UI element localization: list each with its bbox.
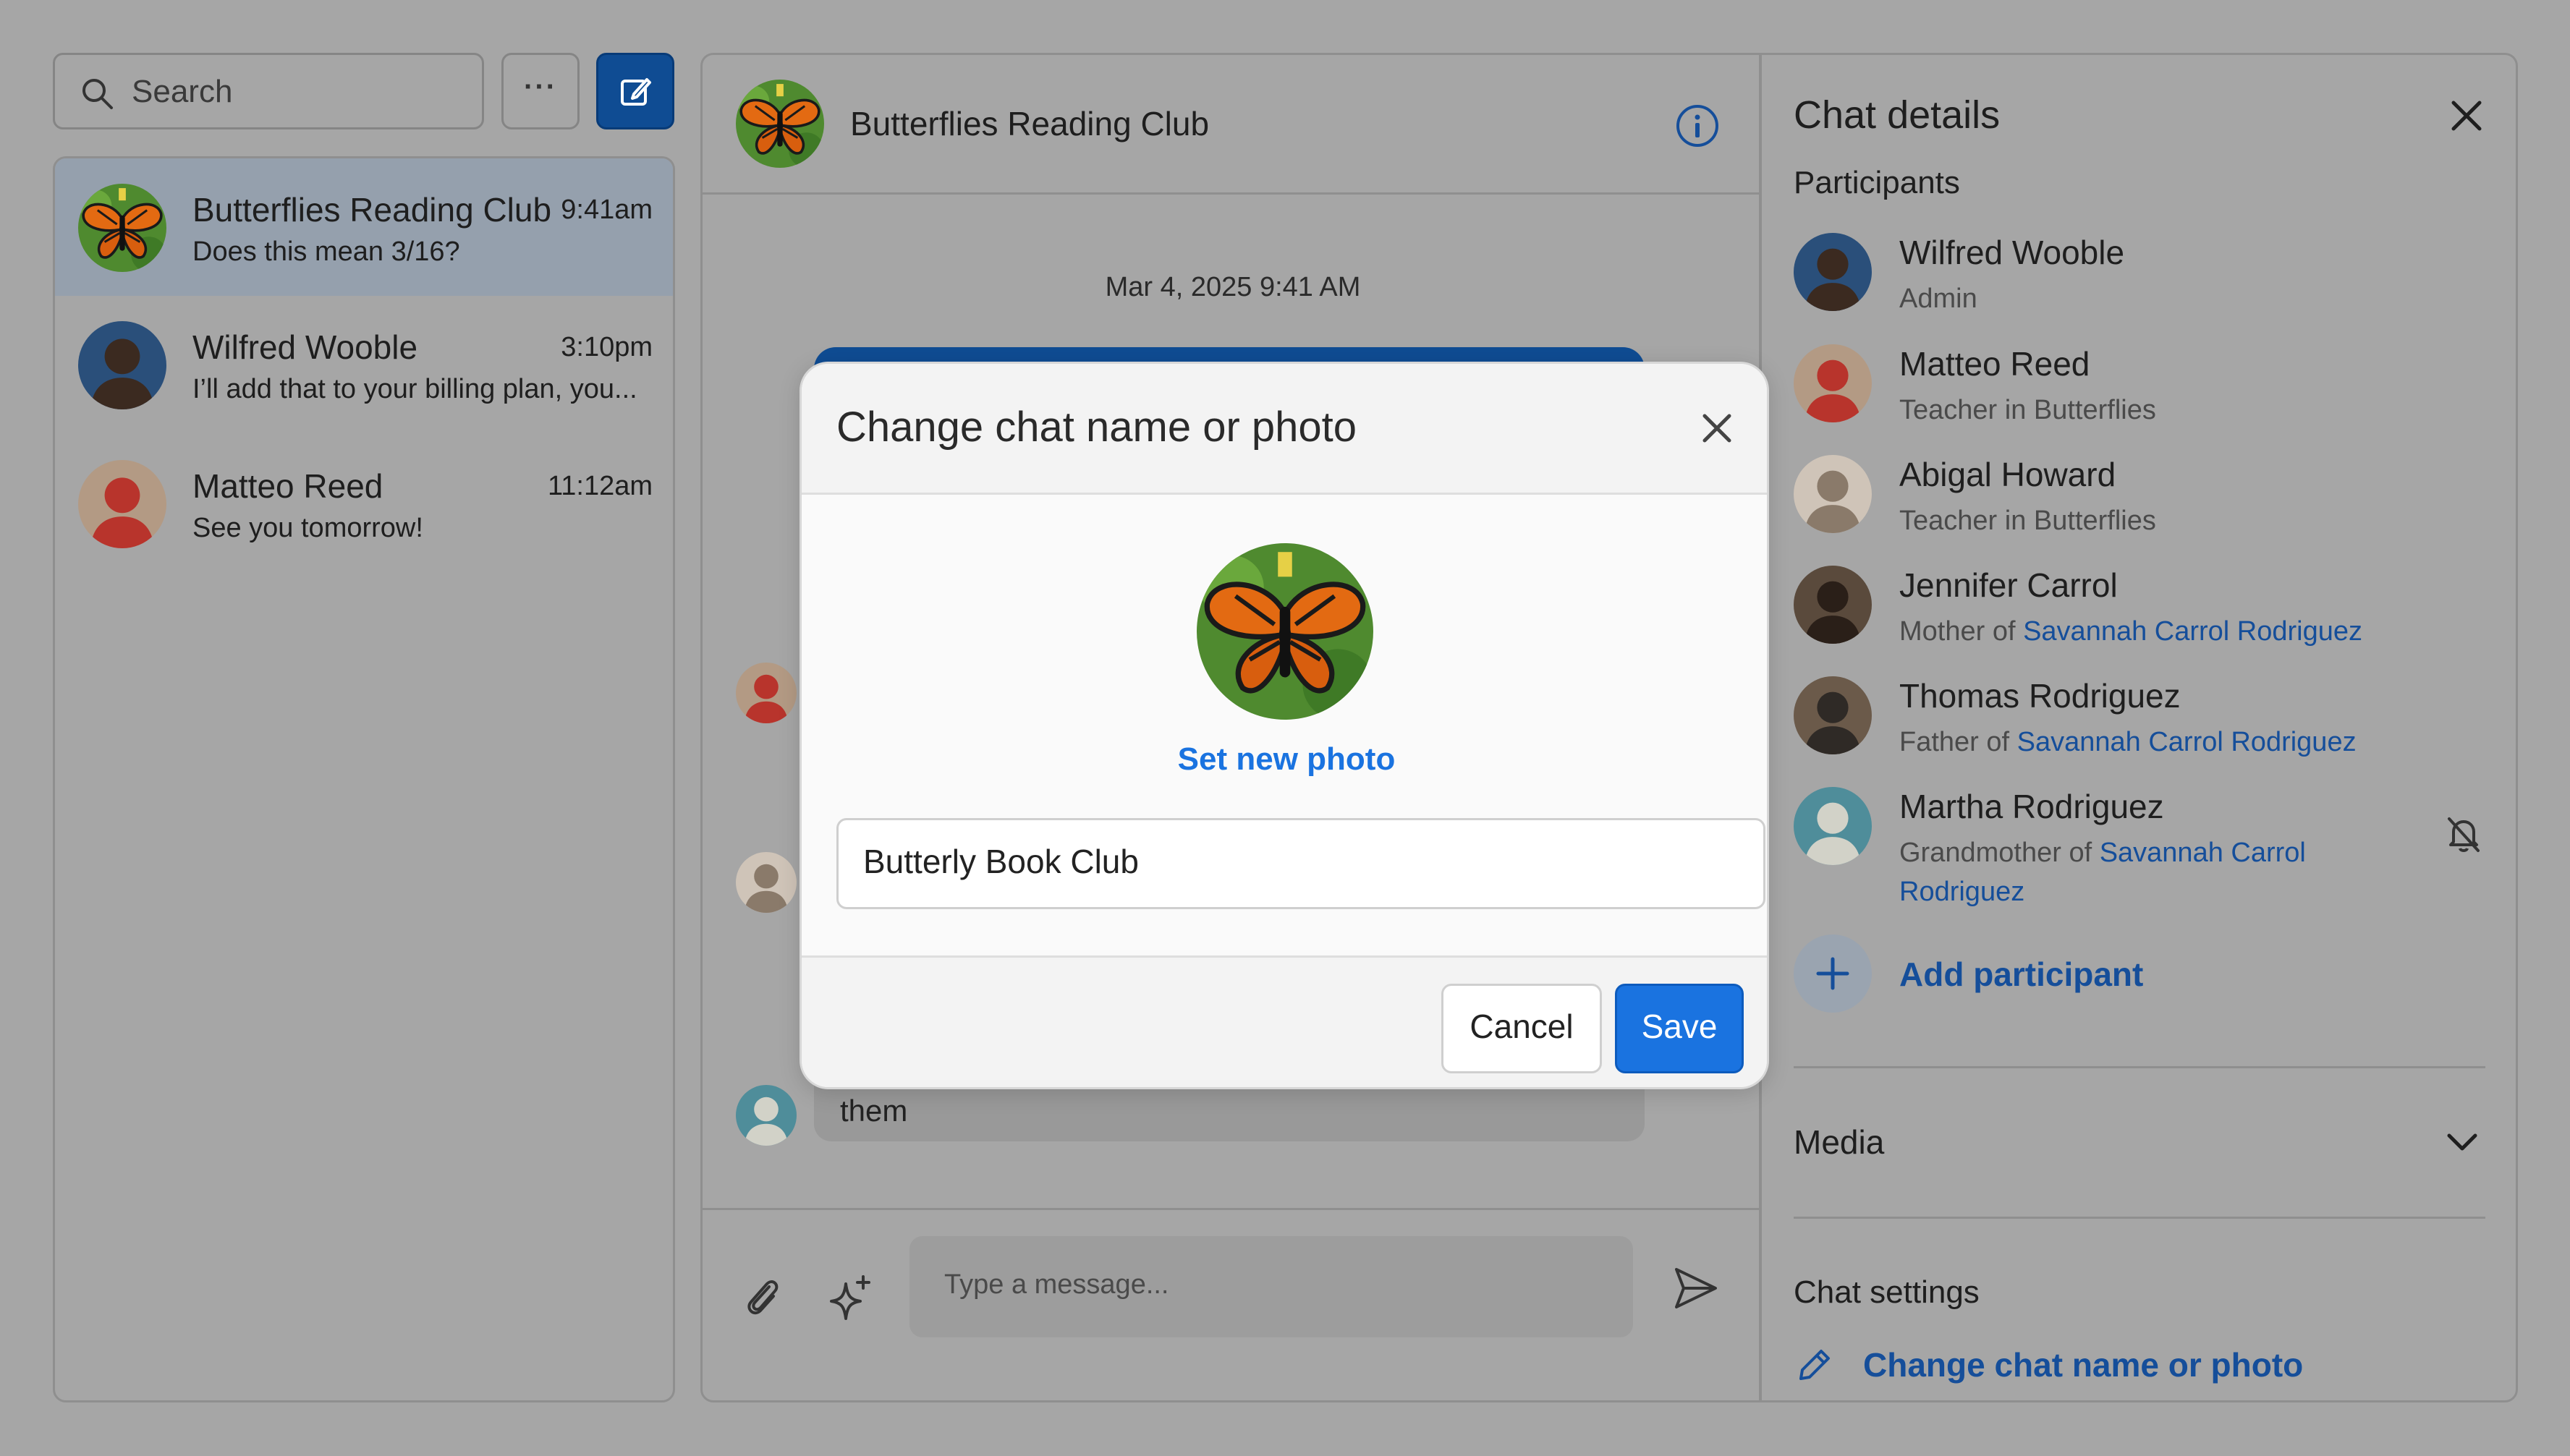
chat-photo (1197, 543, 1373, 720)
message-input[interactable]: Type a message... (909, 1236, 1633, 1337)
conversation-preview: Does this mean 3/16? (192, 237, 460, 267)
participant-role: Admin (1899, 284, 1977, 314)
avatar (736, 663, 797, 723)
divider (1794, 1066, 2485, 1068)
avatar (78, 321, 166, 409)
participant-name: Matteo Reed (1899, 345, 2090, 383)
participant-role: Father of Savannah Carrol Rodriguez (1899, 727, 2357, 757)
participants-heading: Participants (1794, 165, 1960, 200)
conversation-name: Wilfred Wooble (192, 328, 418, 366)
sparkle-icon[interactable] (826, 1274, 876, 1324)
conversation-time: 3:10pm (561, 332, 653, 362)
conversation-name: Butterflies Reading Club (192, 191, 552, 229)
add-participant-button[interactable] (1794, 935, 1872, 1013)
avatar (78, 184, 166, 272)
avatar (1794, 344, 1872, 422)
dialog-header: Change chat name or photo (802, 364, 1767, 495)
date-stamp: Mar 4, 2025 9:41 AM (1105, 272, 1361, 302)
avatar (1794, 455, 1872, 533)
dialog-footer: Cancel Save (802, 955, 1767, 1087)
more-button[interactable]: ··· (501, 53, 580, 129)
participant-name: Thomas Rodriguez (1899, 677, 2181, 715)
chat-details-panel: Chat details Participants Wilfred Wooble… (1760, 53, 2518, 1402)
participant-role: Grandmother of Savannah Carrol Rodriguez (1899, 838, 2306, 907)
chat-avatar (736, 80, 824, 168)
avatar (78, 460, 166, 548)
info-icon[interactable] (1674, 103, 1721, 149)
avatar (1794, 676, 1872, 754)
details-title: Chat details (1794, 93, 2001, 137)
divider (1794, 1217, 2485, 1219)
message-composer: Type a message... (703, 1208, 1759, 1400)
attach-icon[interactable] (740, 1275, 784, 1319)
avatar (736, 852, 797, 913)
participant-name: Martha Rodriguez (1899, 788, 2164, 825)
search-input[interactable]: Search (132, 74, 232, 110)
conversation-item[interactable]: Wilfred Wooble 3:10pm I’ll add that to y… (55, 296, 673, 433)
participant-name: Abigal Howard (1899, 456, 2116, 493)
chat-settings-heading: Chat settings (1794, 1274, 1980, 1310)
search-box[interactable]: Search (53, 53, 484, 129)
close-icon[interactable] (2448, 97, 2485, 135)
child-link[interactable]: Savannah Carrol Rodriguez (2023, 616, 2362, 647)
change-chat-dialog: Change chat name or photo Set new photo … (800, 362, 1769, 1089)
chat-header: Butterflies Reading Club (703, 55, 1759, 195)
chevron-down-icon[interactable] (2445, 1130, 2480, 1153)
pencil-icon (1794, 1345, 1834, 1386)
participant-name: Wilfred Wooble (1899, 234, 2125, 271)
child-link[interactable]: Savannah Carrol Rodriguez (2017, 727, 2357, 757)
conversation-name: Matteo Reed (192, 467, 383, 505)
change-chat-name-link[interactable]: Change chat name or photo (1863, 1345, 2303, 1384)
cancel-button[interactable]: Cancel (1441, 984, 1602, 1073)
close-icon[interactable] (1699, 410, 1735, 446)
conversation-item[interactable]: Matteo Reed 11:12am See you tomorrow! (55, 435, 673, 572)
conversation-preview: See you tomorrow! (192, 513, 423, 543)
participant-role: Teacher in Butterflies (1899, 395, 2156, 425)
search-icon (80, 76, 114, 111)
conversation-list: Butterflies Reading Club 9:41am Does thi… (53, 156, 675, 1402)
conversation-preview: I’ll add that to your billing plan, you.… (192, 374, 637, 404)
participant-role: Mother of Savannah Carrol Rodriguez (1899, 616, 2363, 647)
avatar (736, 1085, 797, 1146)
send-icon[interactable] (1672, 1265, 1718, 1311)
avatar (1794, 787, 1872, 865)
compose-button[interactable] (596, 53, 674, 129)
media-section[interactable]: Media (1794, 1123, 1884, 1162)
chat-title: Butterflies Reading Club (850, 105, 1210, 142)
more-icon: ··· (524, 71, 557, 103)
add-participant-label[interactable]: Add participant (1899, 955, 2143, 994)
conversation-time: 9:41am (561, 195, 653, 225)
chat-name-input[interactable]: Butterly Book Club (836, 818, 1765, 909)
participant-name: Jennifer Carrol (1899, 566, 2118, 604)
bell-off-icon (2443, 814, 2484, 855)
dialog-title: Change chat name or photo (836, 404, 1357, 451)
conversation-item[interactable]: Butterflies Reading Club 9:41am Does thi… (55, 158, 673, 296)
avatar (1794, 233, 1872, 311)
message-text: them (840, 1094, 908, 1128)
message-placeholder: Type a message... (944, 1269, 1169, 1300)
avatar (1794, 566, 1872, 644)
save-button[interactable]: Save (1615, 984, 1744, 1073)
conversation-time: 11:12am (547, 471, 653, 501)
set-new-photo-link[interactable]: Set new photo (802, 741, 1767, 778)
participant-role: Teacher in Butterflies (1899, 506, 2156, 536)
